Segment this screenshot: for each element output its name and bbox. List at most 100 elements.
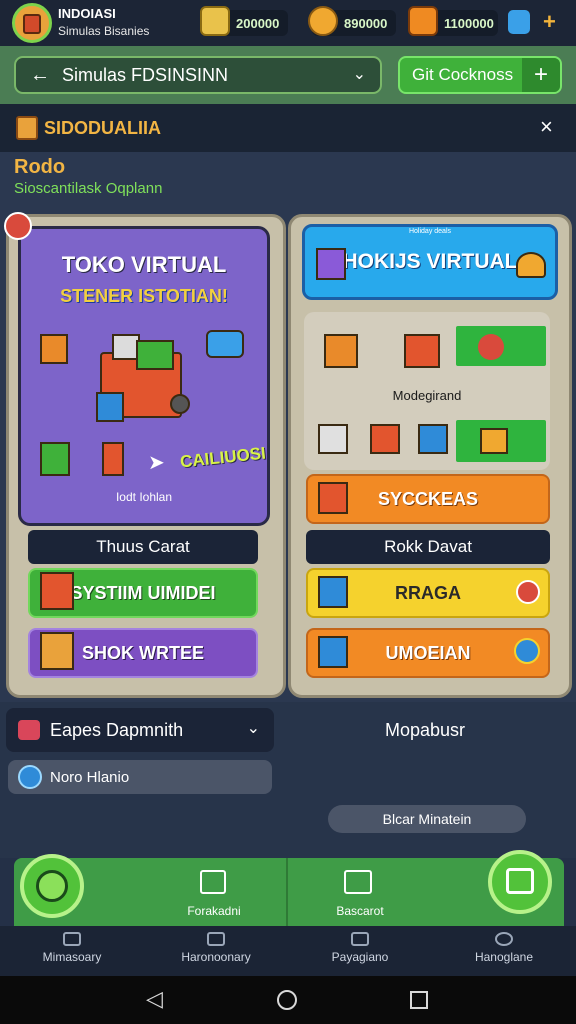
banner-top-caption: Holiday deals	[408, 228, 452, 235]
rraga-label: RRAGA	[395, 582, 461, 603]
toy-box-icon	[40, 572, 74, 610]
resource-crates-value: 1100000	[444, 15, 494, 31]
tab-haronoonary[interactable]: Haronoonary	[144, 928, 288, 964]
nav-row: ← Simulas FDSINSINN ⌄ Git Cocknoss +	[0, 46, 576, 104]
blue-cube-icon	[418, 424, 448, 454]
tab-label: Payagiano	[331, 950, 389, 964]
panel-content: Rodo Sioscantilask Oqplann TOKO VIRTUAL …	[0, 152, 576, 712]
panel-title: SIDODUALIIA	[44, 118, 161, 138]
divider	[286, 858, 288, 926]
wand-icon	[36, 870, 68, 902]
monitor-icon[interactable]	[200, 870, 226, 894]
game-screen: INDOIASI Simulas Bisanies 200000 890000 …	[0, 0, 576, 1024]
mopabusr-title: Mopabusr	[384, 720, 466, 740]
crate-icon	[40, 334, 68, 364]
badge-icon	[514, 638, 540, 664]
package-icon	[318, 482, 348, 514]
system-nav-bar: ◁	[0, 976, 576, 1024]
bottom-tab-bar: Mimasoary Haronoonary Payagiano Hanoglan…	[0, 926, 576, 976]
machine-icon	[324, 334, 358, 368]
tab-mimasoary[interactable]: Mimasoary	[0, 928, 144, 964]
speech-bubble-icon	[206, 330, 244, 358]
action-item-1-label[interactable]: Forakadni	[154, 904, 274, 918]
shok-write-label: SHOK WRTEE	[81, 642, 204, 663]
wheel-icon	[170, 394, 190, 414]
white-cube-icon	[318, 424, 348, 454]
toko-virtual-subtitle: STENER ISTOTIAN!	[60, 286, 228, 306]
home-nav-icon[interactable]	[277, 990, 297, 1010]
helmet-icon	[516, 252, 546, 278]
tab-icon	[495, 932, 513, 946]
recents-nav-icon[interactable]	[410, 991, 428, 1009]
hokijs-virtual-title: HOKIJS VIRTUAL	[342, 250, 518, 273]
simulation-selector[interactable]: ← Simulas FDSINSINN ⌄	[14, 56, 382, 94]
coin-icon	[308, 6, 338, 36]
get-cocknoss-label: Git Cocknoss	[412, 65, 514, 84]
crate-icon	[408, 6, 438, 36]
tab-label: Hanoglane	[474, 950, 534, 964]
resource-cubes[interactable]: 200000	[200, 6, 288, 36]
gift-box-icon	[40, 632, 74, 670]
chevron-down-icon: ⌄	[352, 66, 366, 83]
section-heading: Rodo	[14, 156, 66, 178]
selector-label: Simulas FDSINSINN	[62, 64, 229, 85]
stand-icon	[102, 442, 124, 476]
toko-caption: Iodt Iohlan	[115, 490, 173, 504]
document-icon[interactable]	[344, 870, 372, 894]
lower-area: Eapes Dapmnith ⌄ Noro Hlanio Mopabusr Bl…	[0, 702, 576, 858]
plus-icon[interactable]: +	[522, 58, 560, 92]
tab-label: Haronoonary	[181, 950, 251, 964]
green-box-icon	[40, 442, 70, 476]
box-icon	[16, 116, 38, 140]
resource-crates[interactable]: 1100000	[408, 6, 498, 36]
shop-badge-icon	[4, 212, 32, 240]
cube-icon	[318, 636, 348, 668]
action-bar: Forakadni Bascarot	[14, 850, 564, 926]
blue-box-icon	[318, 576, 348, 608]
red-cube-icon	[370, 424, 400, 454]
no-entry-icon	[478, 334, 504, 360]
noro-field-label: Noro Hlanio	[50, 768, 130, 786]
no-sign-icon	[516, 580, 540, 604]
wallet-icon	[506, 868, 534, 894]
get-cocknoss-button[interactable]: Git Cocknoss +	[398, 56, 562, 94]
resource-coins[interactable]: 890000	[308, 6, 396, 36]
cloud-icon	[18, 720, 40, 740]
player-avatar[interactable]	[12, 3, 52, 43]
eapes-dropdown[interactable]: Eapes Dapmnith ⌄	[6, 708, 274, 752]
noro-field[interactable]: Noro Hlanio	[8, 760, 272, 794]
awning-icon	[136, 340, 174, 370]
arrow-left-icon[interactable]: ←	[30, 64, 50, 87]
mod-label: Modegirand	[392, 388, 462, 403]
chat-icon[interactable]	[508, 10, 530, 34]
back-nav-icon[interactable]: ◁	[146, 986, 163, 1012]
lock-chest-icon	[404, 334, 440, 368]
action-item-2-label[interactable]: Bascarot	[300, 904, 420, 918]
toko-virtual-title: TOKO VIRTUAL	[61, 252, 227, 277]
main-action-button[interactable]	[20, 854, 84, 918]
top-status-bar: INDOIASI Simulas Bisanies 200000 890000 …	[0, 0, 576, 46]
pointer-icon: ➤	[148, 452, 165, 474]
tab-payagiano[interactable]: Payagiano	[288, 928, 432, 964]
resource-cubes-value: 200000	[236, 15, 280, 31]
game-subtitle: Simulas Bisanies	[58, 24, 150, 38]
tab-hanoglane[interactable]: Hanoglane	[432, 928, 576, 964]
blcar-pill-button[interactable]: Blcar Minatein	[328, 805, 526, 833]
tab-icon	[63, 932, 81, 946]
gold-crate-icon	[480, 428, 508, 454]
globe-icon	[18, 765, 42, 789]
add-button[interactable]: +	[543, 9, 556, 35]
tab-label: Mimasoary	[42, 950, 102, 964]
section-subheading: Sioscantilask Oqplann	[14, 180, 163, 197]
chevron-down-icon: ⌄	[246, 720, 260, 737]
tab-icon	[351, 932, 369, 946]
resource-coins-value: 890000	[344, 15, 388, 31]
purple-chest-icon	[316, 248, 346, 280]
stickers-label: SYCCKEAS	[377, 488, 479, 509]
close-icon[interactable]: ×	[540, 114, 553, 140]
wallet-button[interactable]	[488, 850, 552, 914]
umoeian-label: UMOEIAN	[385, 642, 471, 663]
tab-icon	[207, 932, 225, 946]
box-blue-icon	[96, 392, 124, 422]
cube-icon	[200, 6, 230, 36]
